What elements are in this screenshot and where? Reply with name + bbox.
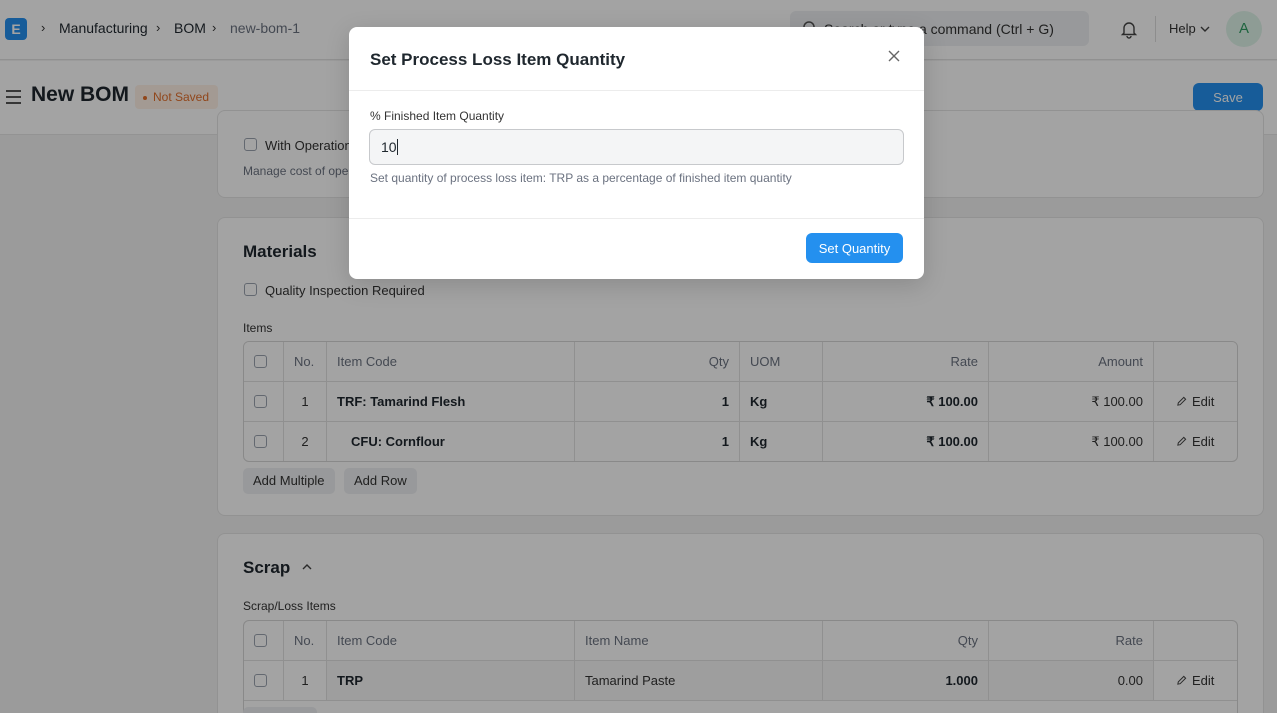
close-icon[interactable] [887, 49, 901, 63]
field-label: % Finished Item Quantity [370, 109, 505, 123]
field-help-text: Set quantity of process loss item: TRP a… [370, 171, 792, 185]
divider [349, 90, 924, 91]
dialog-title: Set Process Loss Item Quantity [370, 50, 626, 69]
divider [349, 218, 924, 219]
set-quantity-button[interactable]: Set Quantity [806, 233, 903, 263]
set-quantity-dialog: Set Process Loss Item Quantity % Finishe… [349, 27, 924, 279]
finished-item-quantity-input[interactable]: 10 [369, 129, 904, 165]
text-caret [396, 139, 398, 155]
